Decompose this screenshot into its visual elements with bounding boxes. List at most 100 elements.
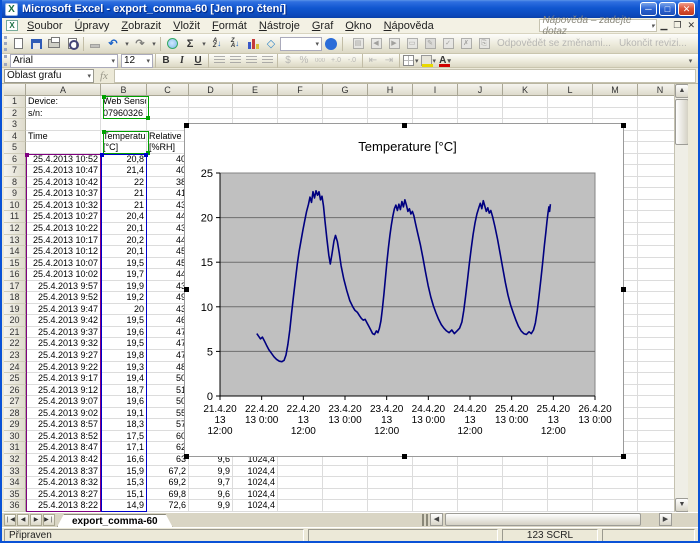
menu-item-nastroje[interactable]: Nástroje (253, 19, 306, 33)
horizontal-scroll-thumb[interactable] (445, 513, 641, 526)
print-preview-button[interactable] (63, 35, 81, 52)
cell-F33[interactable] (278, 466, 323, 478)
cell-C14[interactable]: 45 (147, 246, 189, 258)
decrease-indent-button[interactable]: ⇤ (365, 54, 381, 67)
cell-G33[interactable] (323, 466, 368, 478)
cell-B9[interactable]: 21 (101, 188, 147, 200)
column-header-I[interactable]: I (413, 84, 458, 96)
cell-A11[interactable]: 25.4.2013 10:27 (26, 211, 101, 223)
close-button[interactable]: ✕ (678, 2, 695, 16)
cell-A22[interactable]: 25.4.2013 9:32 (26, 338, 101, 350)
row-header-21[interactable]: 21 (4, 327, 26, 339)
cell-C12[interactable]: 43 (147, 223, 189, 235)
cell-E34[interactable]: 1024,4 (233, 477, 278, 489)
cell-B3[interactable] (101, 119, 147, 131)
cell-B5[interactable]: [°C] (101, 142, 147, 154)
cell-J34[interactable] (458, 477, 503, 489)
row-header-33[interactable]: 33 (4, 466, 26, 478)
font-size-combobox[interactable]: 12▾ (121, 54, 153, 68)
cell-A8[interactable]: 25.4.2013 10:42 (26, 177, 101, 189)
cell-H36[interactable] (368, 500, 413, 512)
toolbar-grip[interactable] (4, 36, 7, 51)
cell-B13[interactable]: 20,2 (101, 235, 147, 247)
decrease-decimal-button[interactable]: -.0 (344, 54, 360, 67)
menu-item-soubor[interactable]: Soubor (21, 19, 68, 33)
column-header-C[interactable]: C (147, 84, 189, 96)
chart-handle-2[interactable] (402, 123, 407, 128)
cell-A14[interactable]: 25.4.2013 10:12 (26, 246, 101, 258)
cell-L35[interactable] (548, 489, 593, 501)
cell-B26[interactable]: 18,7 (101, 385, 147, 397)
row-header-5[interactable]: 5 (4, 142, 26, 154)
cell-A17[interactable]: 25.4.2013 9:57 (26, 281, 101, 293)
save-button[interactable] (27, 35, 45, 52)
cell-B30[interactable]: 17,5 (101, 431, 147, 443)
cell-D36[interactable]: 9,9 (189, 500, 233, 512)
cell-K35[interactable] (503, 489, 548, 501)
cell-C1[interactable] (147, 96, 189, 108)
chart-handle-3[interactable] (621, 123, 626, 128)
cell-G1[interactable] (323, 96, 368, 108)
cell-F34[interactable] (278, 477, 323, 489)
cell-B16[interactable]: 19,7 (101, 269, 147, 281)
cell-H1[interactable] (368, 96, 413, 108)
redo-dropdown-button[interactable]: ▾ (150, 35, 158, 52)
cell-L34[interactable] (548, 477, 593, 489)
row-header-14[interactable]: 14 (4, 246, 26, 258)
cell-K1[interactable] (503, 96, 548, 108)
tab-split-handle[interactable] (422, 514, 428, 526)
cell-J2[interactable] (458, 108, 503, 120)
review-icon-7[interactable]: ✗ (457, 35, 475, 52)
row-header-32[interactable]: 32 (4, 454, 26, 466)
comma-style-button[interactable]: 000 (312, 54, 328, 67)
cell-M1[interactable] (593, 96, 638, 108)
cell-B29[interactable]: 18,3 (101, 419, 147, 431)
row-header-1[interactable]: 1 (4, 96, 26, 108)
cell-K2[interactable] (503, 108, 548, 120)
cell-J1[interactable] (458, 96, 503, 108)
row-header-35[interactable]: 35 (4, 489, 26, 501)
help-button[interactable] (322, 35, 340, 52)
row-header-12[interactable]: 12 (4, 223, 26, 235)
row-header-36[interactable]: 36 (4, 500, 26, 512)
cell-C35[interactable]: 69,8 (147, 489, 189, 501)
column-header-G[interactable]: G (323, 84, 368, 96)
cell-C3[interactable] (147, 119, 189, 131)
cell-E36[interactable]: 1024,4 (233, 500, 278, 512)
cell-C31[interactable]: 62 (147, 442, 189, 454)
cell-A5[interactable] (26, 142, 101, 154)
scroll-down-button[interactable]: ▼ (675, 498, 688, 512)
cell-E2[interactable] (233, 108, 278, 120)
cell-A10[interactable]: 25.4.2013 10:32 (26, 200, 101, 212)
last-sheet-button[interactable]: ▶❘ (43, 514, 55, 526)
cell-C33[interactable]: 67,2 (147, 466, 189, 478)
cell-B28[interactable]: 19,1 (101, 408, 147, 420)
increase-indent-button[interactable]: ⇥ (381, 54, 397, 67)
cell-H34[interactable] (368, 477, 413, 489)
scroll-right-button[interactable]: ▶ (659, 513, 672, 526)
column-header-D[interactable]: D (189, 84, 233, 96)
cell-F1[interactable] (278, 96, 323, 108)
cell-B7[interactable]: 21,4 (101, 165, 147, 177)
cell-C26[interactable]: 51 (147, 385, 189, 397)
cell-J33[interactable] (458, 466, 503, 478)
cell-D34[interactable]: 9,7 (189, 477, 233, 489)
row-header-29[interactable]: 29 (4, 419, 26, 431)
cell-A13[interactable]: 25.4.2013 10:17 (26, 235, 101, 247)
cell-G35[interactable] (323, 489, 368, 501)
cell-C30[interactable]: 60 (147, 431, 189, 443)
workbook-minimize-button[interactable]: ▁ (657, 19, 670, 32)
underline-button[interactable]: U (190, 54, 206, 67)
cell-L36[interactable] (548, 500, 593, 512)
cell-B34[interactable]: 15,3 (101, 477, 147, 489)
cell-A26[interactable]: 25.4.2013 9:12 (26, 385, 101, 397)
cell-B1[interactable]: Web Sensor (101, 96, 147, 108)
undo-button[interactable]: ↶ (104, 35, 122, 52)
cell-M35[interactable] (593, 489, 638, 501)
cell-D1[interactable] (189, 96, 233, 108)
cell-A35[interactable]: 25.4.2013 8:27 (26, 489, 101, 501)
reply-with-changes-button[interactable]: Odpovědět se změnami... (493, 38, 615, 49)
cell-C22[interactable]: 47 (147, 338, 189, 350)
cell-A36[interactable]: 25.4.2013 8:22 (26, 500, 101, 512)
row-header-13[interactable]: 13 (4, 235, 26, 247)
